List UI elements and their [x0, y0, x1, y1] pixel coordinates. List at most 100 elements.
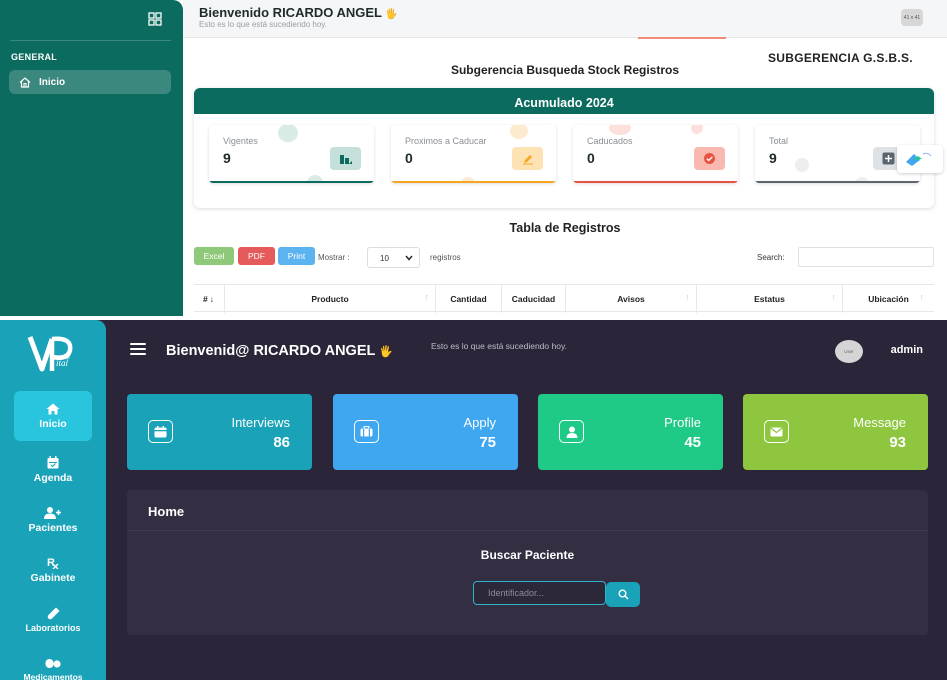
stat-card-total: Total 9	[755, 125, 920, 183]
panel-title: Home	[148, 504, 185, 519]
page-size-value: 10	[380, 254, 389, 263]
tile-interviews[interactable]: Interviews 86	[127, 394, 312, 470]
search-input[interactable]	[798, 247, 934, 267]
print-button[interactable]: Print	[278, 247, 315, 265]
decor-bubble	[278, 125, 298, 142]
stat-accent-bar	[573, 181, 738, 183]
tile-message[interactable]: Message 93	[743, 394, 928, 470]
column-header-label: Caducidad	[511, 294, 556, 304]
sidebar-item-agenda[interactable]: Agenda	[14, 446, 92, 494]
column-header-label: Cantidad	[450, 294, 487, 304]
admin-header: Bienvenido RICARDO ANGEL 🖐 Esto es lo qu…	[183, 0, 947, 39]
pills-icon	[45, 659, 61, 668]
sort-down-icon: ↓	[209, 294, 214, 304]
menu-icon[interactable]	[130, 343, 146, 355]
admin-sidebar: GENERAL Inicio	[0, 0, 183, 316]
floating-widget[interactable]	[897, 145, 943, 173]
column-header-avisos[interactable]: Avisos ↑	[565, 285, 696, 313]
welcome-title: Bienvenido RICARDO ANGEL 🖐	[199, 5, 398, 20]
chat-bubble-icon	[906, 152, 932, 166]
panel-divider	[127, 530, 928, 531]
add-user-icon	[44, 506, 61, 519]
home-icon	[19, 76, 31, 88]
calendar-icon	[148, 420, 173, 443]
wave-icon: 🖐	[385, 9, 398, 20]
page-size-select[interactable]: 10	[367, 247, 420, 268]
svg-text:R: R	[47, 557, 55, 569]
search-button[interactable]	[606, 582, 640, 607]
patient-screen: ital co Inicio Agenda Pacientes R Gabine…	[0, 320, 947, 680]
tile-value: 93	[889, 434, 906, 451]
check-circle-icon	[694, 147, 725, 170]
excel-button[interactable]: Excel	[194, 247, 234, 265]
sidebar-item-label: Gabinete	[30, 572, 76, 584]
stat-label: Total	[769, 136, 789, 146]
stat-card-caducados: Caducados 0	[573, 125, 738, 183]
welcome-title: Bienvenid@ RICARDO ANGEL 🖐	[166, 343, 393, 359]
identifier-input[interactable]: Identificador...	[473, 581, 606, 605]
bar-chart-icon	[330, 147, 361, 170]
pdf-button[interactable]: PDF	[238, 247, 275, 265]
stat-card-proximos: Proximos a Caducar 0	[391, 125, 556, 183]
column-header-producto[interactable]: Producto ↑	[224, 285, 435, 313]
patient-header: Bienvenid@ RICARDO ANGEL 🖐 Esto es lo qu…	[106, 320, 947, 376]
tile-apply[interactable]: Apply 75	[333, 394, 518, 470]
prescription-icon: R	[47, 557, 59, 569]
tile-label: Profile	[664, 415, 701, 430]
avatar[interactable]: User	[835, 340, 863, 363]
page-title: Subgerencia Busqueda Stock Registros	[450, 63, 680, 77]
sidebar-item-label: Medicamentos	[23, 672, 83, 680]
calendar-icon	[47, 456, 59, 469]
column-header-ubicacion[interactable]: Ubicación ↑	[842, 285, 934, 313]
sidebar-item-laboratorios[interactable]: Laboratorios	[14, 596, 92, 644]
sidebar-item-label: Pacientes	[28, 521, 78, 534]
grid-icon[interactable]	[148, 12, 162, 26]
decor-bubble	[510, 125, 528, 139]
stat-accent-bar	[209, 181, 374, 183]
column-header-index[interactable]: # ↓	[194, 285, 224, 313]
briefcase-icon	[354, 420, 379, 443]
stat-accent-bar	[391, 181, 556, 183]
sort-icon: ↑	[831, 292, 837, 302]
decor-bubble	[609, 125, 631, 135]
stat-accent-bar	[755, 181, 920, 183]
sort-icon: ↑	[685, 292, 691, 302]
envelope-icon	[764, 420, 789, 443]
admin-screen: GENERAL Inicio Bienvenido RICARDO ANGEL …	[0, 0, 947, 316]
search-icon	[618, 589, 629, 600]
column-header-estatus[interactable]: Estatus ↑	[696, 285, 842, 313]
tile-label: Message	[853, 415, 906, 430]
user-icon	[559, 420, 584, 443]
tile-profile[interactable]: Profile 45	[538, 394, 723, 470]
sidebar-divider	[10, 40, 171, 41]
table-header: # ↓ Producto ↑ Cantidad Caducidad Avisos ↑ …	[194, 284, 934, 313]
column-header-cantidad[interactable]: Cantidad	[435, 285, 501, 313]
summary-card: Acumulado 2024 Vigentes 9 Proximos a Cad…	[194, 88, 934, 208]
column-header-label: Estatus	[754, 294, 785, 304]
avatar[interactable]: 41 x 41	[901, 9, 923, 26]
column-header-label: #	[203, 294, 208, 304]
stat-value: 9	[769, 150, 777, 166]
table-title: Tabla de Registros	[509, 221, 621, 235]
sidebar-item-gabinete[interactable]: R Gabinete	[14, 546, 92, 594]
column-header-label: Ubicación	[868, 294, 909, 304]
stat-value: 0	[587, 150, 595, 166]
sidebar-item-label: Inicio	[39, 76, 66, 88]
sidebar-item-pacientes[interactable]: Pacientes	[14, 496, 92, 544]
column-header-label: Avisos	[617, 294, 645, 304]
home-icon	[46, 403, 60, 414]
column-header-caducidad[interactable]: Caducidad	[501, 285, 565, 313]
user-name[interactable]: admin	[891, 344, 923, 356]
test-tube-icon	[47, 607, 59, 620]
decor-bubble	[691, 125, 703, 134]
search-label: Search:	[757, 253, 785, 262]
sidebar-item-medicamentos[interactable]: Medicamentos	[14, 646, 92, 680]
tile-value: 86	[273, 434, 290, 451]
page-size-label: Mostrar :	[318, 253, 350, 262]
decor-bubble	[795, 158, 809, 172]
welcome-subtitle: Esto es lo que está sucediendo hoy.	[199, 20, 327, 29]
sidebar-item-inicio[interactable]: Inicio	[9, 70, 171, 94]
sidebar-item-inicio[interactable]: Inicio	[14, 391, 92, 441]
sidebar-section-label: GENERAL	[11, 52, 58, 62]
welcome-text: Bienvenido RICARDO ANGEL	[199, 5, 382, 20]
